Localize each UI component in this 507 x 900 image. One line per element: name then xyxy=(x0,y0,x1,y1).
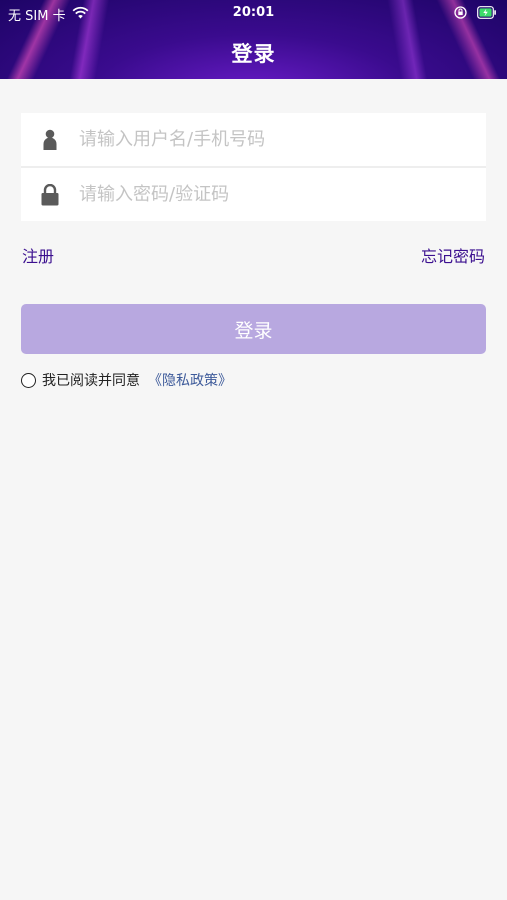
forgot-password-link[interactable]: 忘记密码 xyxy=(421,243,485,267)
orientation-lock-icon xyxy=(454,6,467,23)
status-right xyxy=(454,6,497,23)
register-link[interactable]: 注册 xyxy=(22,243,54,267)
username-input[interactable] xyxy=(79,129,459,150)
header-bar: 无 SIM 卡 20:01 登录 xyxy=(0,0,507,79)
user-icon xyxy=(21,129,79,151)
battery-charging-icon xyxy=(477,6,497,23)
status-time: 20:01 xyxy=(232,5,275,20)
login-button[interactable]: 登录 xyxy=(21,304,486,354)
status-bar: 无 SIM 卡 20:01 xyxy=(0,0,507,26)
agreement-row: 我已阅读并同意 《隐私政策》 xyxy=(21,370,232,390)
username-row xyxy=(21,113,486,166)
privacy-policy-link[interactable]: 《隐私政策》 xyxy=(148,370,232,390)
agreement-radio[interactable] xyxy=(21,372,36,388)
login-form xyxy=(21,113,486,221)
page-title: 登录 xyxy=(231,42,276,66)
password-row xyxy=(21,168,486,221)
password-input[interactable] xyxy=(79,184,459,205)
agreement-text: 我已阅读并同意 xyxy=(42,373,140,389)
lock-icon xyxy=(21,183,79,206)
